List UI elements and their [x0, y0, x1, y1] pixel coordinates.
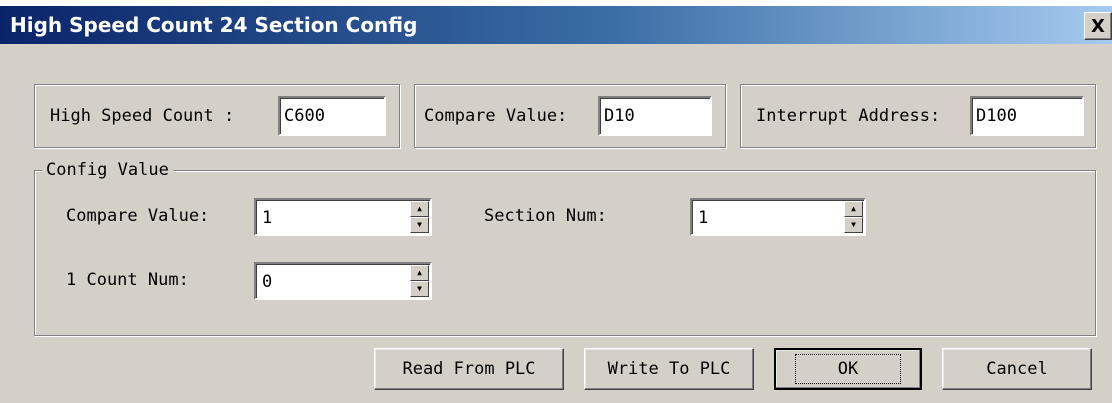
compare-value-address-input[interactable]: D10	[598, 96, 712, 136]
section-num-label: Section Num:	[484, 206, 607, 226]
config-compare-value-spinner[interactable]: 1 ▲ ▼	[254, 198, 432, 236]
config-compare-value-input[interactable]: 1	[262, 208, 272, 228]
high-speed-count-input[interactable]: C600	[278, 96, 386, 136]
count-num-spinner[interactable]: 0 ▲ ▼	[254, 262, 432, 300]
section-num-spinner[interactable]: 1 ▲ ▼	[690, 198, 866, 236]
config-compare-value-label: Compare Value:	[66, 206, 210, 226]
high-speed-count-label: High Speed Count :	[50, 106, 235, 126]
ok-button[interactable]: OK	[774, 348, 922, 390]
ok-button-label: OK	[794, 354, 902, 384]
arrow-up-icon[interactable]: ▲	[844, 201, 863, 217]
window-title: High Speed Count 24 Section Config	[10, 13, 418, 37]
config-value-group	[34, 170, 1096, 336]
arrow-up-icon[interactable]: ▲	[410, 265, 429, 281]
close-icon: X	[1091, 15, 1105, 37]
title-bar: High Speed Count 24 Section Config X	[0, 0, 1112, 44]
spin-buttons: ▲ ▼	[410, 265, 429, 297]
count-num-input[interactable]: 0	[262, 272, 272, 292]
close-button[interactable]: X	[1084, 12, 1112, 40]
count-num-label: 1 Count Num:	[66, 270, 189, 290]
compare-value-address-label: Compare Value:	[424, 106, 568, 126]
cancel-button[interactable]: Cancel	[942, 348, 1092, 390]
arrow-down-icon[interactable]: ▼	[410, 281, 429, 297]
read-from-plc-button[interactable]: Read From PLC	[374, 348, 564, 390]
config-value-legend: Config Value	[42, 160, 173, 180]
interrupt-address-label: Interrupt Address:	[756, 106, 941, 126]
section-num-input[interactable]: 1	[698, 208, 708, 228]
arrow-down-icon[interactable]: ▼	[844, 217, 863, 233]
write-to-plc-button[interactable]: Write To PLC	[584, 348, 754, 390]
arrow-up-icon[interactable]: ▲	[410, 201, 429, 217]
arrow-down-icon[interactable]: ▼	[410, 217, 429, 233]
interrupt-address-input[interactable]: D100	[970, 96, 1084, 136]
spin-buttons: ▲ ▼	[844, 201, 863, 233]
spin-buttons: ▲ ▼	[410, 201, 429, 233]
